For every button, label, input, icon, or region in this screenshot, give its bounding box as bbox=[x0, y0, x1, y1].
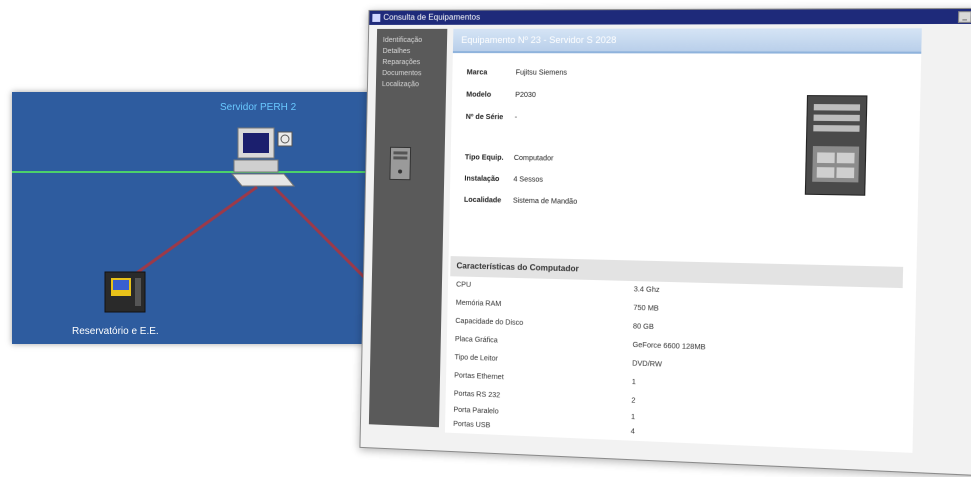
char-value: 1 bbox=[631, 378, 636, 387]
tower-pc-icon bbox=[388, 145, 413, 186]
char-row: Portas Ethernet 1 bbox=[454, 372, 636, 386]
sidebar-item-localizacao[interactable]: Localização bbox=[376, 79, 446, 90]
char-value: 1 bbox=[630, 413, 636, 422]
app-icon bbox=[372, 13, 381, 22]
field-value: 4 Sessos bbox=[513, 176, 544, 184]
char-row: Portas USB 4 bbox=[453, 421, 635, 436]
char-name: Memória RAM bbox=[455, 299, 502, 309]
window-title: Consulta de Equipamentos bbox=[383, 12, 481, 22]
equipment-window: Consulta de Equipamentos _ □ X Identific… bbox=[359, 7, 971, 477]
char-value: GeForce 6600 128MB bbox=[632, 341, 706, 352]
char-name: Tipo de Leitor bbox=[454, 354, 498, 363]
field-marca: Marca Fujitsu Siemens bbox=[467, 69, 567, 76]
char-name: Portas Ethernet bbox=[454, 372, 504, 382]
field-value: - bbox=[514, 114, 518, 122]
field-modelo: Modelo P2030 bbox=[466, 92, 536, 100]
field-label: Tipo Equip. bbox=[464, 154, 504, 162]
sidebar-item-detalhes[interactable]: Detalhes bbox=[377, 46, 447, 57]
sidebar: Identificação Detalhes Reparações Docume… bbox=[368, 28, 448, 428]
server-label: Servidor PERH 2 bbox=[220, 102, 297, 113]
field-value: Sistema de Mandão bbox=[512, 197, 578, 206]
field-value: P2030 bbox=[515, 91, 537, 100]
char-row: Placa Gráfica GeForce 6600 128MB bbox=[455, 336, 706, 351]
char-value: 2 bbox=[631, 397, 636, 405]
char-row: Capacidade do Disco 80 GB bbox=[455, 318, 654, 331]
char-value: DVD/RW bbox=[632, 360, 663, 369]
window-controls: _ □ X bbox=[957, 11, 971, 23]
field-instalacao: Instalação 4 Sessos bbox=[464, 175, 543, 183]
field-tipo: Tipo Equip. Computador bbox=[465, 154, 554, 162]
char-row: Tipo de Leitor DVD/RW bbox=[455, 354, 663, 368]
char-value: 80 GB bbox=[632, 323, 654, 332]
char-row: Memória RAM 750 MB bbox=[456, 300, 659, 313]
char-name: Porta Paralelo bbox=[453, 406, 499, 416]
field-value: Computador bbox=[513, 154, 554, 163]
char-name: Placa Gráfica bbox=[454, 336, 498, 345]
char-value: 750 MB bbox=[633, 304, 659, 313]
equipment-header: Equipamento Nº 23 - Servidor S 2028 bbox=[452, 28, 922, 54]
sidebar-item-documentos[interactable]: Documentos bbox=[376, 68, 446, 79]
char-row: CPU 3.4 Ghz bbox=[456, 281, 660, 294]
field-value: Fujitsu Siemens bbox=[515, 69, 568, 77]
sidebar-nav: Identificação Detalhes Reparações Docume… bbox=[376, 29, 447, 91]
char-value: 4 bbox=[630, 428, 635, 436]
field-localidade: Localidade Sistema de Mandão bbox=[464, 197, 577, 206]
field-label: Nº de Série bbox=[465, 113, 504, 122]
minimize-button[interactable]: _ bbox=[957, 11, 971, 23]
node-label: Reservatório e E.E. bbox=[72, 326, 159, 337]
char-row: Porta Paralelo 1 bbox=[453, 407, 635, 422]
server-photo bbox=[796, 93, 875, 204]
network-links bbox=[12, 127, 384, 313]
field-label: Marca bbox=[466, 69, 488, 77]
title-bar[interactable]: Consulta de Equipamentos _ □ X bbox=[369, 8, 971, 25]
details-panel: Equipamento Nº 23 - Servidor S 2028 Marc… bbox=[444, 28, 922, 453]
char-name: CPU bbox=[456, 281, 472, 289]
sidebar-item-reparacoes[interactable]: Reparações bbox=[376, 57, 446, 68]
field-label: Modelo bbox=[466, 91, 492, 99]
char-name: Portas RS 232 bbox=[453, 390, 501, 400]
char-name: Portas USB bbox=[453, 420, 491, 430]
computer-icon[interactable] bbox=[230, 127, 296, 187]
char-row: Portas RS 232 2 bbox=[454, 391, 636, 405]
char-value: 3.4 Ghz bbox=[633, 286, 660, 295]
cabinet-icon[interactable] bbox=[104, 271, 146, 313]
sidebar-item-identificacao[interactable]: Identificação bbox=[377, 35, 447, 46]
field-serie: Nº de Série - bbox=[466, 114, 517, 122]
char-name: Capacidade do Disco bbox=[455, 317, 524, 328]
field-label: Localidade bbox=[463, 196, 502, 205]
field-label: Instalação bbox=[464, 175, 500, 184]
network-diagram: Servidor PERH 2 Reservatório e E.E. bbox=[12, 92, 384, 344]
